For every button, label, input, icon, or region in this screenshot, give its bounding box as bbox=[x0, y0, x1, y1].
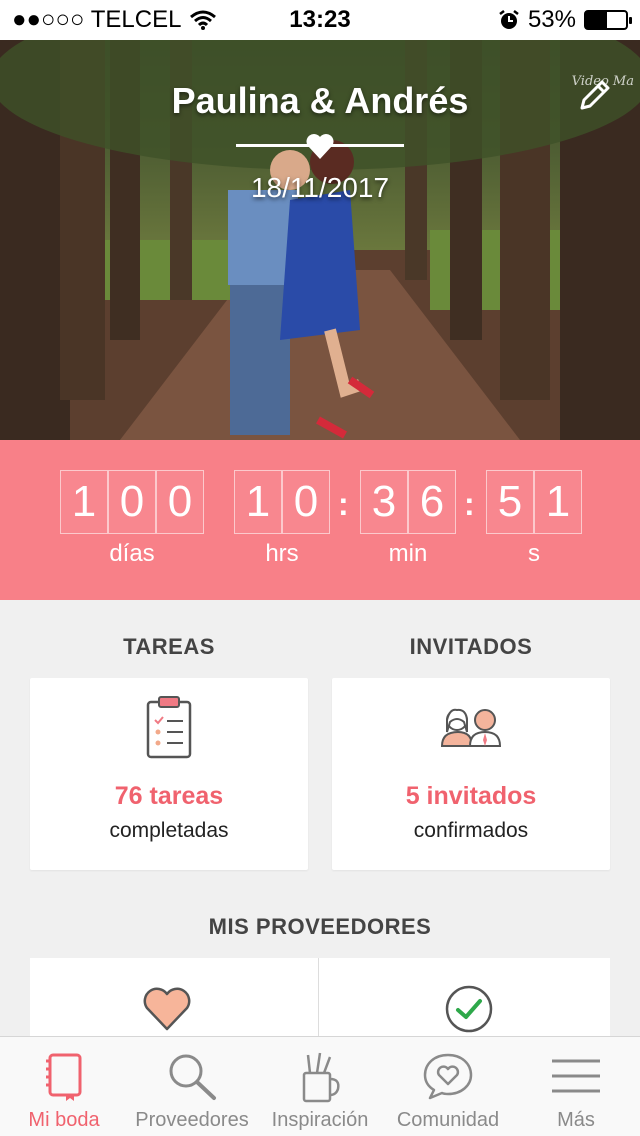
wifi-icon bbox=[190, 10, 217, 30]
clipboard-icon bbox=[146, 696, 192, 759]
tab-label: Proveedores bbox=[135, 1109, 249, 1131]
edit-pencil-icon[interactable] bbox=[574, 76, 614, 116]
countdown-panel: 1 0 0 1 0 : 3 6 : 5 1 días hrs min s bbox=[0, 440, 640, 600]
pencil-cup-icon bbox=[302, 1052, 340, 1103]
hours-label: hrs bbox=[265, 540, 299, 567]
guests-count: 5 invitados bbox=[405, 782, 537, 810]
hours-digit: 1 bbox=[234, 470, 282, 534]
notebook-icon bbox=[46, 1053, 82, 1101]
tasks-count: 76 tareas bbox=[114, 782, 224, 810]
guests-card[interactable]: 5 invitados confirmados bbox=[332, 678, 610, 870]
heart-icon bbox=[143, 987, 191, 1031]
battery-fill bbox=[586, 12, 608, 28]
hero-photo: Video Ma Paulina & Andrés 18/11/2017 bbox=[0, 40, 640, 440]
vendors-card[interactable] bbox=[30, 958, 610, 1038]
vendors-divider bbox=[318, 958, 319, 1038]
tab-comunidad[interactable]: Comunidad bbox=[384, 1037, 512, 1136]
minutes-digit: 3 bbox=[360, 470, 408, 534]
countdown-colon: : bbox=[464, 486, 475, 522]
heart-icon bbox=[306, 134, 334, 159]
countdown-hours: 1 0 bbox=[234, 470, 330, 534]
menu-icon bbox=[552, 1059, 600, 1093]
tab-bar: Mi boda Proveedores Inspiración Comunida… bbox=[0, 1036, 640, 1136]
guests-status: confirmados bbox=[413, 819, 529, 842]
status-bar: ●●○○○ TELCEL 13:23 53% bbox=[0, 0, 640, 40]
countdown-days: 1 0 0 bbox=[60, 470, 204, 534]
wedding-date: 18/11/2017 bbox=[250, 172, 390, 203]
tab-label: Más bbox=[557, 1109, 595, 1131]
couple-names: Paulina & Andrés bbox=[171, 80, 469, 121]
tasks-status: completadas bbox=[109, 819, 229, 842]
guests-heading: INVITADOS bbox=[409, 634, 533, 659]
seconds-label: s bbox=[528, 540, 540, 567]
hours-digit: 0 bbox=[282, 470, 330, 534]
status-right: 53% bbox=[498, 6, 632, 34]
vendors-heading: MIS PROVEEDORES bbox=[208, 914, 432, 939]
countdown-minutes: 3 6 bbox=[360, 470, 456, 534]
minutes-label: min bbox=[388, 540, 428, 567]
tab-mi-boda[interactable]: Mi boda bbox=[0, 1037, 128, 1136]
days-digit: 0 bbox=[156, 470, 204, 534]
tab-label: Mi boda bbox=[28, 1109, 100, 1131]
tab-label: Inspiración bbox=[271, 1109, 369, 1131]
countdown-seconds: 5 1 bbox=[486, 470, 582, 534]
tab-label: Comunidad bbox=[396, 1109, 500, 1131]
minutes-digit: 6 bbox=[408, 470, 456, 534]
seconds-digit: 1 bbox=[534, 470, 582, 534]
tasks-card[interactable]: 76 tareas completadas bbox=[30, 678, 308, 870]
carrier-label: ●●○○○ TELCEL bbox=[12, 6, 182, 33]
tab-proveedores[interactable]: Proveedores bbox=[128, 1037, 256, 1136]
tasks-heading: TAREAS bbox=[123, 634, 215, 659]
check-circle-icon bbox=[445, 985, 493, 1033]
tab-inspiracion[interactable]: Inspiración bbox=[256, 1037, 384, 1136]
tab-mas[interactable]: Más bbox=[512, 1037, 640, 1136]
search-icon bbox=[169, 1054, 216, 1100]
seconds-digit: 5 bbox=[486, 470, 534, 534]
chat-heart-icon bbox=[423, 1053, 473, 1100]
alarm-icon bbox=[499, 10, 519, 29]
status-left: ●●○○○ TELCEL bbox=[12, 6, 217, 34]
battery-icon bbox=[584, 10, 632, 30]
countdown-colon: : bbox=[338, 486, 349, 522]
guests-icon bbox=[440, 708, 502, 747]
days-digit: 0 bbox=[108, 470, 156, 534]
battery-percent: 53% bbox=[527, 6, 576, 33]
days-digit: 1 bbox=[60, 470, 108, 534]
days-label: días bbox=[109, 540, 155, 567]
